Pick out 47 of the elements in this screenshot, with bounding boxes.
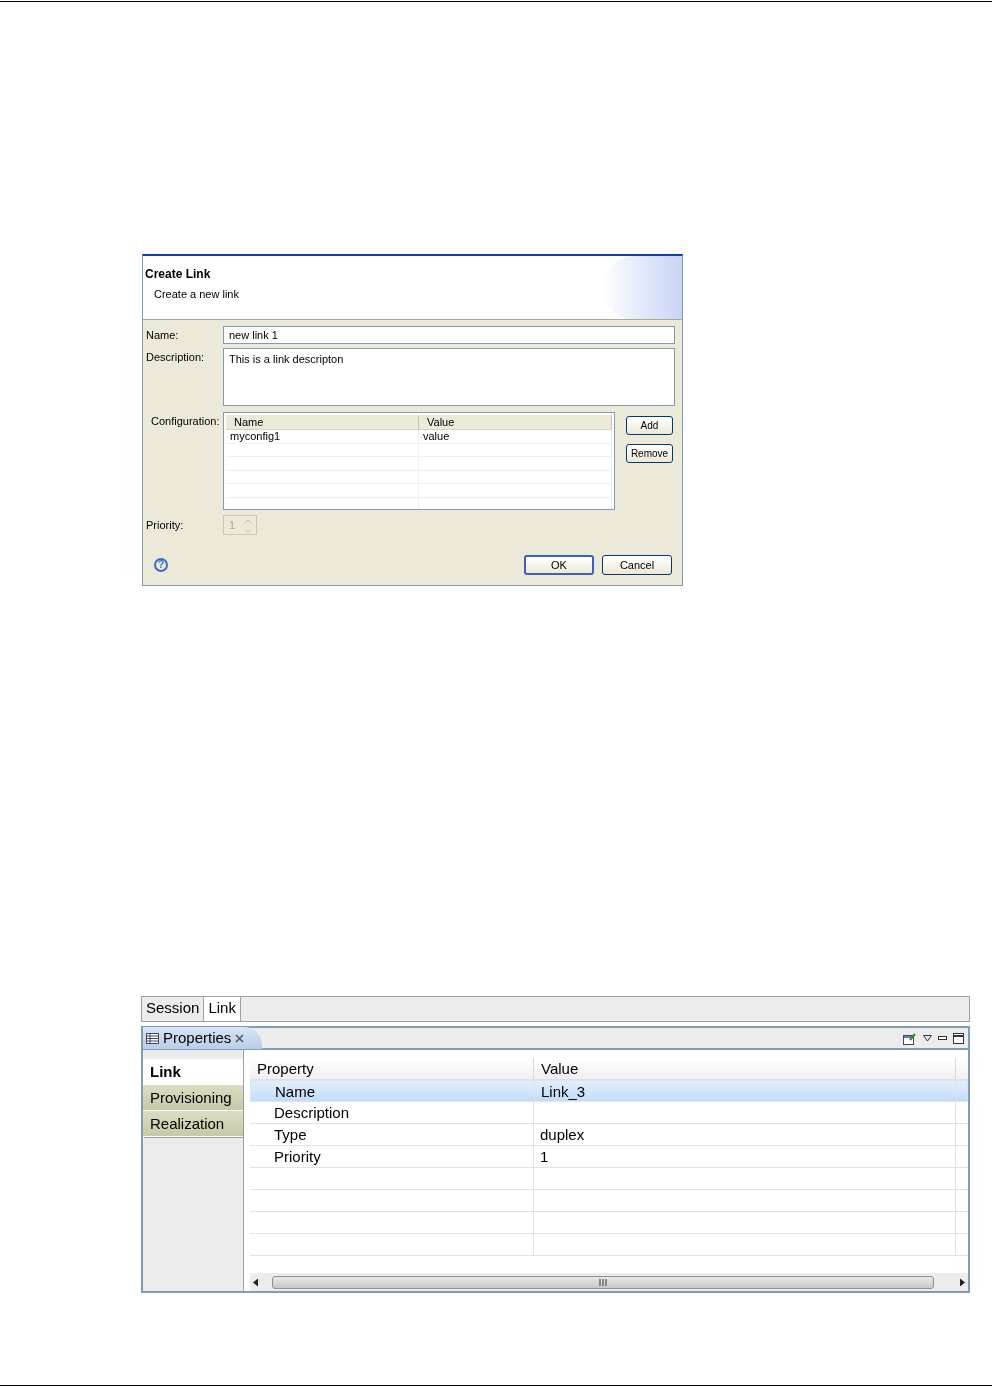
table-row[interactable]: Description (250, 1102, 968, 1124)
help-button[interactable]: ? (154, 558, 168, 572)
view-title: Properties (163, 1027, 232, 1048)
field-label: Name: (146, 327, 180, 343)
table-cell: duplex (540, 1126, 585, 1143)
table-button[interactable]: Add (626, 416, 673, 435)
field-label: Description: (146, 350, 206, 365)
dropdown-icon[interactable] (923, 1034, 932, 1042)
field-label: Priority: (146, 517, 185, 533)
description-field[interactable]: This is a link descripton (223, 348, 675, 406)
spinner-value: 1 (228, 518, 237, 533)
side-tab[interactable]: Provisioning (143, 1085, 243, 1111)
column-header[interactable]: Property (250, 1058, 534, 1079)
table-cell: Description (274, 1104, 350, 1121)
side-tab[interactable]: Realization (143, 1111, 243, 1137)
view-tab[interactable]: Properties (143, 1027, 263, 1049)
table-cell: Priority (274, 1148, 321, 1165)
table-row[interactable]: Name Link_3 (250, 1080, 968, 1102)
table-row[interactable]: Type duplex (250, 1124, 968, 1146)
name-field[interactable]: new link 1 (223, 326, 675, 344)
column-header[interactable]: Name (226, 415, 419, 429)
minimize-icon[interactable] (938, 1035, 947, 1041)
left-arrow-icon[interactable] (252, 1277, 260, 1287)
table-cell: Link_3 (541, 1083, 586, 1100)
table-row[interactable]: Priority 1 (250, 1146, 968, 1168)
dialog-title: Create Link (145, 266, 211, 283)
column-header[interactable]: Value (534, 1058, 956, 1079)
dialog-button[interactable]: Cancel (602, 555, 672, 575)
grip-icon (599, 1278, 607, 1286)
maximize-icon[interactable] (953, 1032, 964, 1044)
table-cell: value (419, 430, 612, 443)
dialog-button[interactable]: OK (524, 555, 594, 575)
table-cell: Name (275, 1083, 315, 1100)
scrollbar-thumb[interactable] (272, 1275, 934, 1289)
side-tab[interactable]: Link (143, 1059, 243, 1085)
horizontal-scrollbar[interactable] (250, 1273, 968, 1291)
dialog-subtitle: Create a new link (153, 287, 239, 302)
table-cell: 1 (540, 1148, 549, 1165)
table-button[interactable]: Remove (626, 444, 673, 463)
table-cell: Type (274, 1126, 307, 1143)
table-icon (146, 1032, 159, 1044)
perspective-tab[interactable]: Link (204, 997, 241, 1021)
column-header[interactable]: Value (419, 415, 612, 429)
field-label: Configuration: (150, 414, 221, 429)
table-cell: myconfig1 (226, 430, 419, 443)
right-arrow-icon[interactable] (958, 1277, 966, 1287)
close-icon[interactable] (235, 1033, 245, 1043)
